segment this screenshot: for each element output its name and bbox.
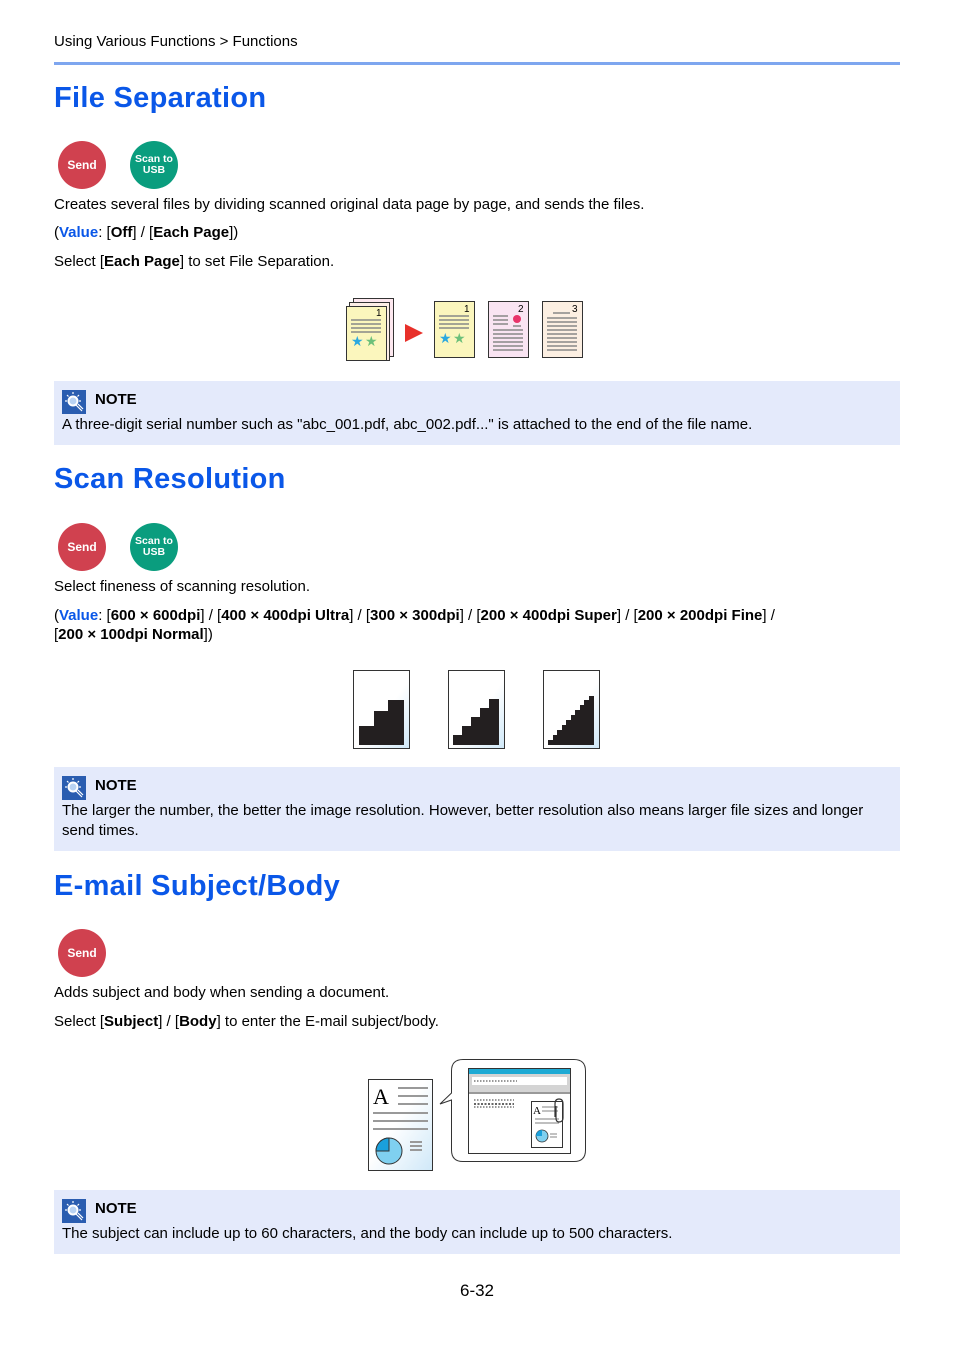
note-box-file-separation: NOTE A three-digit serial number such as… (54, 381, 900, 445)
scan-to-usb-badge: Scan to USB (130, 523, 178, 571)
note-box-scan-resolution: NOTE The larger the number, the better t… (54, 767, 900, 851)
scan-to-usb-badge-label: Scan to USB (135, 535, 173, 558)
scan-to-usb-badge-label: Scan to USB (135, 153, 173, 176)
send-badge-label: Send (67, 157, 97, 172)
file-separation-instruction: Select [Each Page] to set File Separatio… (54, 253, 335, 270)
svg-text:2: 2 (518, 304, 524, 315)
svg-text:★: ★ (351, 333, 364, 349)
arrow-right-icon (405, 324, 423, 342)
email-window-icon: A (468, 1068, 571, 1154)
value-label: Value (59, 607, 99, 624)
page-number: 6-32 (459, 1281, 495, 1300)
svg-text:★: ★ (453, 330, 466, 346)
header-divider (54, 62, 900, 65)
svg-text:A: A (373, 1084, 389, 1109)
svg-text:A: A (533, 1105, 541, 1117)
note-text: The larger the number, the better the im… (62, 802, 864, 839)
value-label: Value (59, 224, 99, 241)
note-box-email: NOTE The subject can include up to 60 ch… (54, 1190, 900, 1254)
low-resolution-panel (353, 670, 410, 749)
send-badge-label: Send (67, 945, 97, 960)
output-page-3-icon: 3 (542, 301, 583, 358)
file-separation-illustration-icon: 1 ★ ★ 1 ★ ★ 2 3 (346, 298, 583, 361)
file-separation-values: (Value: [Off] / [Each Page]) (54, 224, 239, 241)
send-badge: Send (58, 929, 106, 977)
svg-text:★: ★ (439, 330, 452, 346)
stacked-pages-icon: 1 ★ ★ (346, 298, 394, 361)
svg-text:★: ★ (365, 333, 378, 349)
file-separation-description: Creates several files by dividing scanne… (54, 196, 645, 213)
svg-text:3: 3 (572, 304, 578, 315)
note-text: The subject can include up to 60 charact… (62, 1225, 673, 1242)
note-title: NOTE (95, 1200, 137, 1217)
output-page-2-icon: 2 (488, 301, 529, 358)
document-icon: A (368, 1079, 433, 1171)
email-with-attachment-illustration-icon: A A (368, 1059, 586, 1171)
note-lightbulb-icon (62, 1199, 86, 1223)
note-title: NOTE (95, 777, 137, 794)
svg-text:1: 1 (464, 304, 470, 315)
email-instruction: Select [Subject] / [Body] to enter the E… (54, 1013, 439, 1030)
scan-resolution-description: Select fineness of scanning resolution. (54, 578, 310, 595)
send-badge-label: Send (67, 539, 97, 554)
scan-resolution-values-line1: (Value: [600 × 600dpi] / [400 × 400dpi U… (54, 607, 775, 624)
send-badge: Send (58, 523, 106, 571)
note-title: NOTE (95, 391, 137, 408)
note-text: A three-digit serial number such as "abc… (62, 416, 753, 433)
section-title-file-separation: File Separation (54, 82, 267, 114)
section-title-scan-resolution: Scan Resolution (54, 463, 286, 495)
high-resolution-panel (543, 670, 600, 749)
value-option-each-page: Each Page (153, 224, 230, 241)
breadcrumb: Using Various Functions > Functions (54, 33, 298, 50)
output-page-1-icon: 1 ★ ★ (434, 301, 475, 358)
note-lightbulb-icon (62, 776, 86, 800)
svg-text:1: 1 (376, 308, 382, 319)
value-option-off: Off (110, 224, 133, 241)
note-lightbulb-icon (62, 390, 86, 414)
email-description: Adds subject and body when sending a doc… (54, 984, 390, 1001)
scan-to-usb-badge: Scan to USB (130, 141, 178, 189)
send-badge: Send (58, 141, 106, 189)
scan-resolution-values-line2: [200 × 100dpi Normal]) (54, 626, 213, 643)
section-title-email-subject-body: E-mail Subject/Body (54, 870, 341, 902)
resolution-staircase-illustration-icon (353, 670, 600, 749)
medium-resolution-panel (448, 670, 505, 749)
